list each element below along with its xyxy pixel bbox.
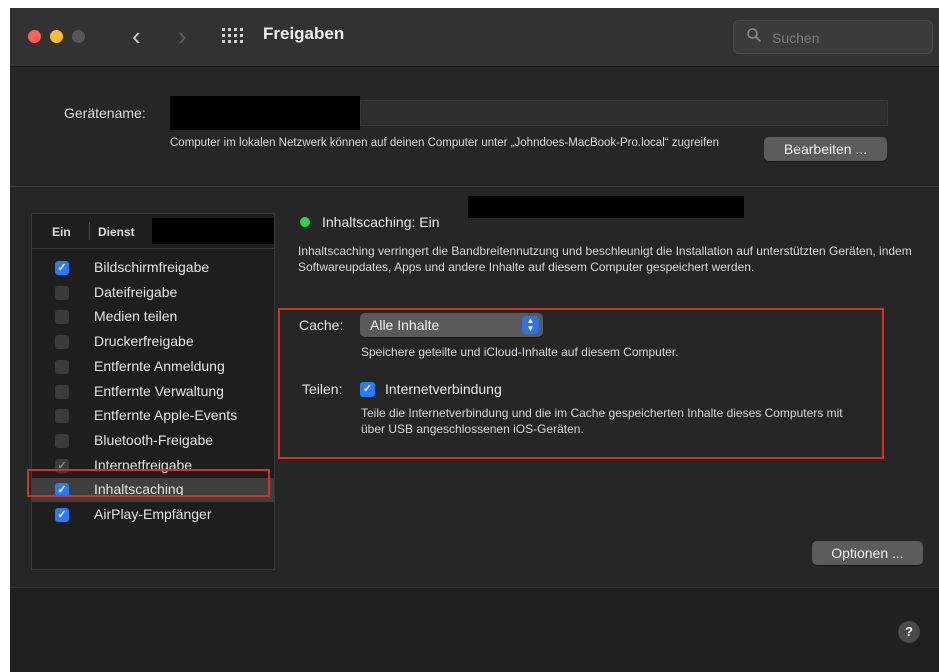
service-label: Entfernte Anmeldung <box>94 357 225 374</box>
forward-button[interactable]: › <box>178 22 187 50</box>
service-row[interactable]: Entfernte Apple-Events <box>32 404 274 428</box>
edit-hostname-button[interactable]: Bearbeiten ... <box>764 137 887 161</box>
device-name-label: Gerätename: <box>64 105 146 121</box>
system-preferences-window: ‹ › Freigaben Gerätename: Computer im lo… <box>10 8 939 672</box>
service-checkbox[interactable]: ✓ <box>55 261 69 275</box>
status-indicator-icon <box>300 217 310 227</box>
service-checkbox[interactable]: ✓ <box>55 508 69 522</box>
column-header-service: Dienst <box>98 225 135 239</box>
service-row[interactable]: Medien teilen <box>32 305 274 329</box>
service-label: AirPlay-Empfänger <box>94 506 212 522</box>
bottom-bar <box>10 587 939 672</box>
options-button[interactable]: Optionen ... <box>812 541 923 565</box>
cache-select-value: Alle Inhalte <box>370 317 440 333</box>
cache-label: Cache: <box>299 317 344 333</box>
service-row[interactable]: Druckerfreigabe <box>32 330 274 354</box>
content-caching-status: Inhaltscaching: Ein <box>322 214 440 230</box>
service-checkbox[interactable] <box>55 285 69 300</box>
service-checkbox[interactable] <box>55 409 69 424</box>
service-row[interactable]: Bluetooth-Freigabe <box>32 429 274 453</box>
service-row[interactable]: ✓ AirPlay-Empfänger <box>32 503 274 527</box>
zoom-window-button[interactable] <box>72 30 85 43</box>
service-checkbox[interactable] <box>55 384 69 399</box>
redaction-box <box>152 218 274 244</box>
services-list-header: Ein Dienst <box>32 214 274 249</box>
services-list: Ein Dienst ✓ Bildschirmfreigabe Dateifreig… <box>31 213 275 570</box>
service-checkbox[interactable] <box>55 310 69 325</box>
share-hint: Teile die Internetverbindung und die im … <box>361 406 843 436</box>
service-checkbox[interactable] <box>55 335 69 350</box>
redaction-box <box>468 196 744 218</box>
service-label: Entfernte Verwaltung <box>94 382 224 399</box>
share-label: Teilen: <box>302 381 343 397</box>
window-title: Freigaben <box>263 24 345 43</box>
selected-service-highlight <box>27 469 270 497</box>
back-button[interactable]: ‹ <box>132 22 141 50</box>
close-window-button[interactable] <box>28 30 41 43</box>
search-box[interactable] <box>733 20 933 55</box>
help-button[interactable]: ? <box>898 621 920 643</box>
service-checkbox[interactable] <box>55 433 69 448</box>
service-label: Medien teilen <box>94 308 178 325</box>
service-checkbox[interactable] <box>55 359 69 374</box>
chevron-up-down-icon: ▲ ▼ <box>522 316 539 334</box>
show-all-grid-icon[interactable] <box>222 28 244 44</box>
redacted-device-name <box>170 96 360 130</box>
share-internet-checkbox[interactable]: ✓ <box>360 382 375 397</box>
service-label: Druckerfreigabe <box>94 333 194 350</box>
service-label: Entfernte Apple-Events <box>94 407 238 424</box>
content-caching-description: Inhaltscaching verringert die Bandbreite… <box>298 244 912 274</box>
column-header-on: Ein <box>52 225 71 239</box>
column-separator <box>89 222 90 240</box>
section-divider <box>10 186 939 187</box>
cache-select[interactable]: Alle Inhalte ▲ ▼ <box>360 313 543 337</box>
title-bar: ‹ › Freigaben <box>10 8 939 67</box>
service-label: Bildschirmfreigabe <box>94 259 210 275</box>
cache-hint: Speichere geteilte und iCloud-Inhalte au… <box>361 345 679 359</box>
service-label: Bluetooth-Freigabe <box>94 431 214 448</box>
local-hostname-text: Computer im lokalen Netzwerk können auf … <box>170 137 720 149</box>
search-input[interactable] <box>770 21 924 55</box>
device-name-field[interactable] <box>360 100 888 126</box>
search-icon <box>747 28 761 42</box>
service-row[interactable]: Entfernte Anmeldung <box>32 355 274 379</box>
service-row[interactable]: Entfernte Verwaltung <box>32 380 274 404</box>
service-label: Dateifreigabe <box>94 283 178 300</box>
share-internet-label[interactable]: Internetverbindung <box>385 381 502 397</box>
minimize-window-button[interactable] <box>50 30 63 43</box>
service-row[interactable]: Dateifreigabe <box>32 281 274 305</box>
service-row[interactable]: ✓ Bildschirmfreigabe <box>32 256 274 280</box>
